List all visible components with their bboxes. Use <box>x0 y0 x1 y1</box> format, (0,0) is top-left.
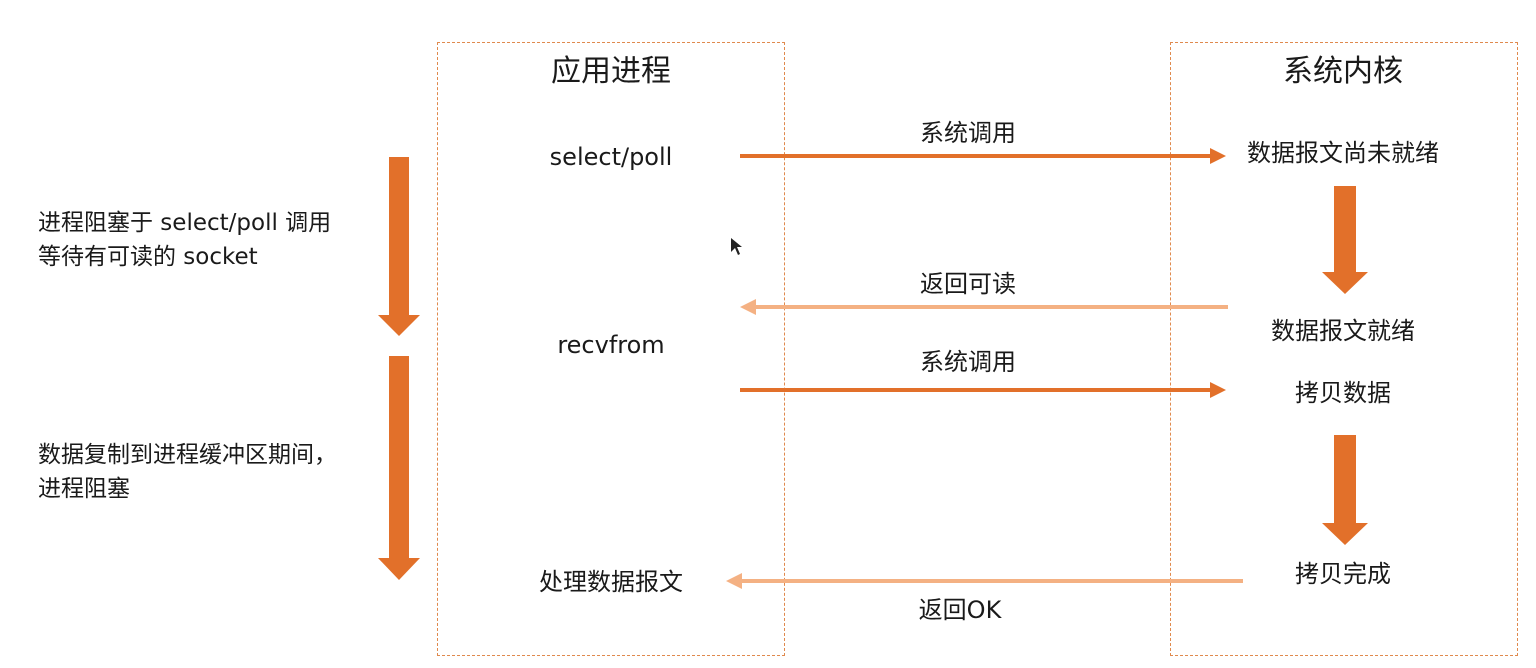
blocked-during-copy-note: 数据复制到进程缓冲区期间， 进程阻塞 <box>38 438 337 506</box>
syscall-arrow-1 <box>740 148 1226 164</box>
datagram-not-ready-label: 数据报文尚未就绪 <box>1247 139 1439 167</box>
kernel-state-arrow-1 <box>1322 186 1368 294</box>
blocked-during-copy-line-1: 数据复制到进程缓冲区期间， <box>38 442 337 468</box>
copy-data-label: 拷贝数据 <box>1295 379 1391 407</box>
return-readable-arrow <box>740 299 1228 315</box>
block-arrow-select <box>378 157 420 336</box>
syscall-arrow-2 <box>740 382 1226 398</box>
datagram-ready-label: 数据报文就绪 <box>1271 317 1415 345</box>
return-ok-arrow <box>726 573 1243 589</box>
blocked-during-copy-line-2: 进程阻塞 <box>38 476 130 502</box>
block-arrow-copy <box>378 356 420 580</box>
blocked-on-select-line-2: 等待有可读的 socket <box>38 244 258 270</box>
mouse-cursor-icon <box>731 238 742 255</box>
blocked-on-select-note: 进程阻塞于 select/poll 调用 等待有可读的 socket <box>38 206 331 274</box>
return-readable-label: 返回可读 <box>920 270 1016 298</box>
kernel-state-arrow-2 <box>1322 435 1368 545</box>
syscall-1-label: 系统调用 <box>920 119 1016 147</box>
syscall-2-label: 系统调用 <box>920 348 1016 376</box>
process-datagram-label: 处理数据报文 <box>539 568 683 596</box>
return-ok-label: 返回OK <box>918 596 1002 624</box>
blocked-on-select-line-1: 进程阻塞于 select/poll 调用 <box>38 210 332 236</box>
recvfrom-label: recvfrom <box>557 331 665 359</box>
select-poll-label: select/poll <box>549 143 673 171</box>
copy-done-label: 拷贝完成 <box>1295 560 1391 588</box>
diagram-canvas: 应用进程 系统内核 select/poll recvfrom 处理数据报文 数据… <box>0 0 1536 668</box>
